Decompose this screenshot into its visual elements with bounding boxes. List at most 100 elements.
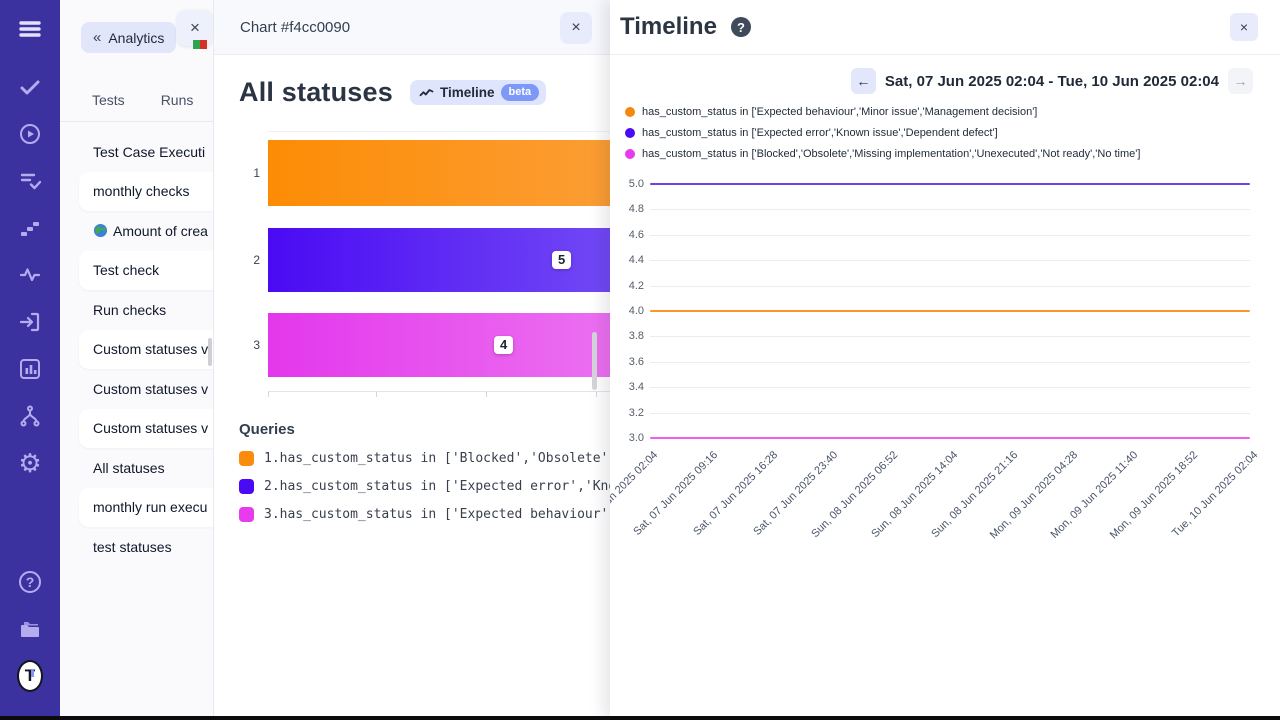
steps-icon[interactable] xyxy=(17,215,43,241)
list-item[interactable]: Test check xyxy=(79,251,213,291)
gear-icon[interactable]: ⚙ xyxy=(17,450,43,476)
close-icon: × xyxy=(571,19,580,37)
list-item[interactable]: monthly run execu xyxy=(79,488,213,528)
help-icon[interactable]: ? xyxy=(17,569,43,595)
timeline-panel: Timeline ? × ← Sat, 07 Jun 2025 02:04 - … xyxy=(610,0,1280,720)
bar-segment[interactable] xyxy=(268,140,610,206)
timeline-title: Timeline xyxy=(620,13,717,41)
gridline xyxy=(650,413,1250,414)
y-axis-tick-label: 3.0 xyxy=(614,432,644,444)
chart-id-title: Chart #f4cc0090 xyxy=(240,19,350,36)
list-item[interactable]: Custom statuses v xyxy=(60,369,213,409)
arrow-left-icon: ← xyxy=(856,73,870,89)
chart-panel-header: Chart #f4cc0090 × xyxy=(214,0,610,55)
query-color-swatch xyxy=(239,479,254,494)
series-line[interactable] xyxy=(650,183,1250,186)
chart-close-button[interactable]: × xyxy=(560,12,592,44)
queries-title: Queries xyxy=(239,421,610,438)
legend-item[interactable]: has_custom_status in ['Expected error','… xyxy=(625,127,1280,139)
y-axis-tick-label: 4.2 xyxy=(614,280,644,292)
statuses-bar-chart: 15243 xyxy=(268,131,610,397)
bar-segment[interactable]: 4 xyxy=(268,313,610,377)
y-axis-tick-label: 4.4 xyxy=(614,254,644,266)
legend-item[interactable]: has_custom_status in ['Expected behaviou… xyxy=(625,106,1280,118)
y-axis-tick-label: 3.4 xyxy=(614,381,644,393)
list-item[interactable]: Test Case Executi xyxy=(60,132,213,172)
timeline-line-chart: 5.04.84.64.44.24.03.83.63.43.23.0 Sat, 0… xyxy=(610,174,1280,554)
list-item[interactable]: test statuses xyxy=(60,527,213,567)
legend-item[interactable]: has_custom_status in ['Blocked','Obsolet… xyxy=(625,148,1280,160)
y-axis-tick-label: 3.2 xyxy=(614,407,644,419)
list-item[interactable]: monthly checks xyxy=(79,172,213,212)
folders-icon[interactable] xyxy=(17,616,43,642)
y-axis-tick-label: 4.6 xyxy=(614,229,644,241)
pulse-icon[interactable] xyxy=(17,262,43,288)
timeline-close-button[interactable]: × xyxy=(1230,13,1258,41)
favicon-flag-icon xyxy=(193,40,207,49)
beta-tag: beta xyxy=(501,84,540,101)
gridline xyxy=(650,209,1250,210)
analytics-panel-header: « Analytics × Tests Runs xyxy=(60,0,213,122)
list-item-label: monthly run execu xyxy=(93,499,207,515)
analytics-panel: « Analytics × Tests Runs Test Case Execu… xyxy=(60,0,214,720)
branch-icon[interactable] xyxy=(17,403,43,429)
legend-label: has_custom_status in ['Blocked','Obsolet… xyxy=(642,148,1140,160)
chart-panel-scrollbar[interactable] xyxy=(592,332,597,390)
gridline xyxy=(650,387,1250,388)
timeline-beta-button[interactable]: Timeline beta xyxy=(410,80,546,105)
list-item-label: Custom statuses v xyxy=(93,420,208,436)
date-range-label: Sat, 07 Jun 2025 02:04 - Tue, 10 Jun 202… xyxy=(885,73,1219,90)
menu-icon[interactable] xyxy=(17,16,43,42)
legend-dot xyxy=(625,149,635,159)
list-item[interactable]: Custom statuses v xyxy=(79,409,213,449)
chart-detail-panel: Chart #f4cc0090 × All statuses Timeline … xyxy=(214,0,610,720)
date-range-row: ← Sat, 07 Jun 2025 02:04 - Tue, 10 Jun 2… xyxy=(610,55,1280,94)
line-chart-icon xyxy=(419,87,434,99)
list-item-label: Run checks xyxy=(93,302,166,318)
bar-chart-icon[interactable] xyxy=(17,356,43,382)
list-scrollbar[interactable] xyxy=(208,338,212,366)
gridline xyxy=(650,260,1250,261)
query-text: 3.has_custom_status in ['Expected behavi… xyxy=(264,507,610,522)
query-color-swatch xyxy=(239,451,254,466)
query-text: 1.has_custom_status in ['Blocked','Obsol… xyxy=(264,451,610,466)
tab-runs[interactable]: Runs xyxy=(161,92,194,108)
list-item[interactable]: All statuses xyxy=(60,448,213,488)
import-icon[interactable] xyxy=(17,309,43,335)
series-line[interactable] xyxy=(650,310,1250,313)
query-text: 2.has_custom_status in ['Expected error'… xyxy=(264,479,610,494)
analytics-title: Analytics xyxy=(108,30,164,46)
series-line[interactable] xyxy=(650,437,1250,440)
tab-tests[interactable]: Tests xyxy=(92,92,125,108)
close-icon: × xyxy=(190,18,200,38)
gridline xyxy=(650,362,1250,363)
play-circle-icon[interactable] xyxy=(17,121,43,147)
y-axis-tick-label: 4.8 xyxy=(614,203,644,215)
prev-range-button[interactable]: ← xyxy=(851,68,876,94)
gridline xyxy=(650,235,1250,236)
list-item[interactable]: Run checks xyxy=(60,290,213,330)
analytics-collapse-button[interactable]: « Analytics xyxy=(81,22,176,53)
app-sidebar: ⚙ ? T xyxy=(0,0,60,720)
list-item-label: Amount of crea xyxy=(113,223,208,239)
bar-segment[interactable]: 5 xyxy=(268,228,610,292)
timeline-legend: has_custom_status in ['Expected behaviou… xyxy=(610,94,1280,160)
list-item[interactable]: Custom statuses v xyxy=(79,330,213,370)
queries-section: Queries 1.has_custom_status in ['Blocked… xyxy=(214,397,610,522)
next-range-button[interactable]: → xyxy=(1228,68,1253,94)
list-check-icon[interactable] xyxy=(17,168,43,194)
list-item-label: Custom statuses v xyxy=(93,381,208,397)
query-row: 1.has_custom_status in ['Blocked','Obsol… xyxy=(239,451,610,466)
timeline-badge-label: Timeline xyxy=(440,85,495,100)
query-color-swatch xyxy=(239,507,254,522)
check-icon[interactable] xyxy=(17,74,43,100)
bar-category-label: 1 xyxy=(242,166,260,180)
testomat-logo[interactable]: T xyxy=(17,663,43,689)
help-circle-icon[interactable]: ? xyxy=(731,17,751,37)
close-icon: × xyxy=(1240,19,1248,35)
list-item-label: Test check xyxy=(93,262,159,278)
gridline xyxy=(650,336,1250,337)
list-item[interactable]: Amount of crea xyxy=(60,211,213,251)
bar-category-label: 3 xyxy=(242,338,260,352)
legend-dot xyxy=(625,128,635,138)
